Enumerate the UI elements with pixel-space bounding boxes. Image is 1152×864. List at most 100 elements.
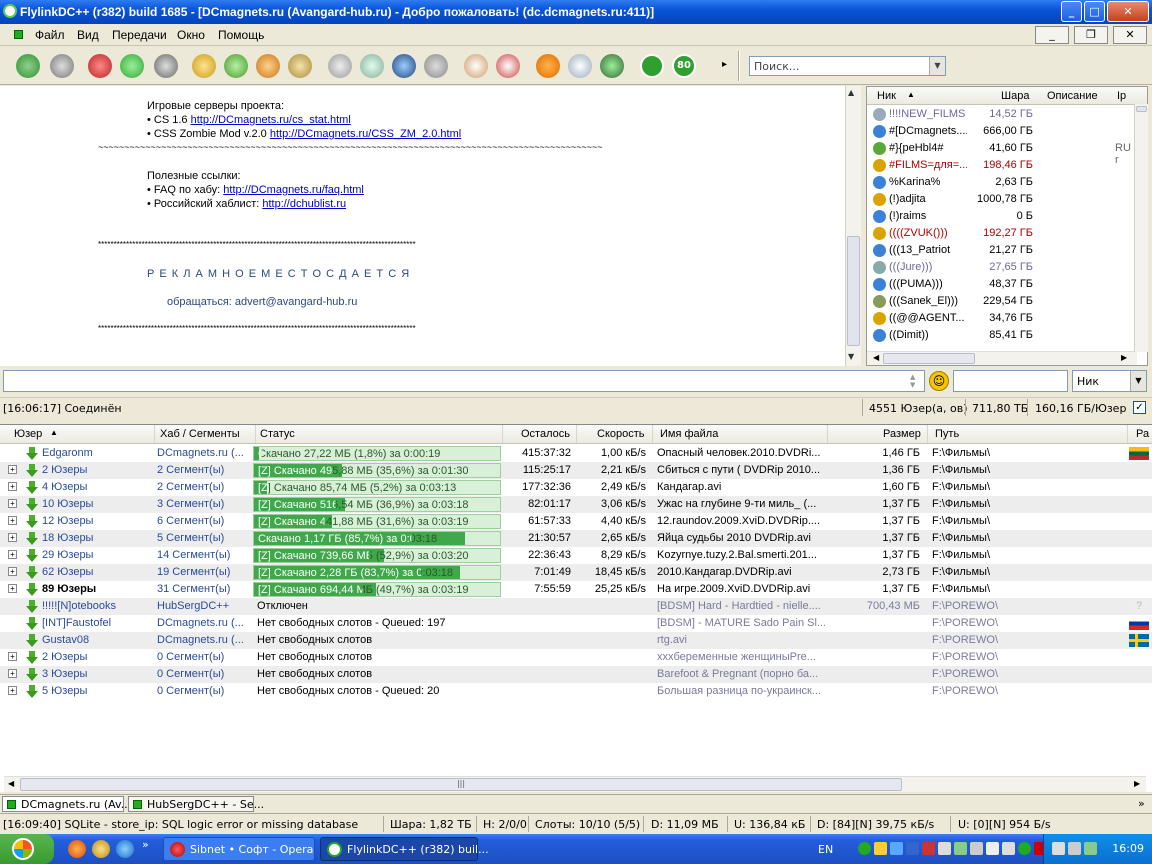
- transfer-row[interactable]: +2 Юзеры 2 Сегмент(ы) [Z] Скачано 495,88 М…: [0, 462, 1152, 479]
- language-indicator[interactable]: EN: [818, 843, 833, 856]
- menu-help[interactable]: Помощь: [218, 28, 264, 42]
- col-filename[interactable]: Имя файла: [660, 428, 718, 440]
- taskbar-opera[interactable]: Sibnet • Софт - Opera: [163, 837, 315, 861]
- transfer-row[interactable]: Edgaronm DCmagnets.ru (... Скачано 27,22 М…: [0, 445, 1152, 462]
- expand-icon[interactable]: +: [8, 567, 17, 576]
- col-user[interactable]: Юзер: [14, 428, 42, 440]
- search-combo[interactable]: Поиск... ▼: [749, 56, 946, 76]
- emoticon-button[interactable]: ☺: [929, 371, 949, 391]
- user-row[interactable]: (!)adjita 1000,78 ГБ: [867, 191, 1137, 208]
- status-checkbox[interactable]: ✓: [1133, 401, 1146, 414]
- col-size[interactable]: Размер: [883, 428, 921, 440]
- input-spinner-icon[interactable]: ▲ ▼: [910, 373, 915, 389]
- scroll-right-icon[interactable]: ▶: [1134, 779, 1140, 788]
- shield-icon[interactable]: [874, 842, 887, 855]
- tray-icon[interactable]: [858, 842, 871, 855]
- public-hubs-icon[interactable]: [50, 54, 74, 78]
- mdi-restore-button[interactable]: ❐: [1074, 26, 1108, 44]
- user-row[interactable]: ((@@AGENT... 34,76 ГБ: [867, 310, 1137, 327]
- tray-icon[interactable]: [1002, 842, 1015, 855]
- col-remaining[interactable]: Осталось: [521, 428, 570, 440]
- user-row[interactable]: ((Dimit)) 85,41 ГБ: [867, 327, 1137, 344]
- scroll-up-icon[interactable]: ▲: [848, 88, 854, 97]
- chevron-down-icon[interactable]: ▼: [929, 57, 945, 75]
- search-icon[interactable]: [328, 54, 352, 78]
- transfers-list[interactable]: Юзер ▲ Хаб / Сегменты Статус Осталось Ск…: [0, 424, 1152, 792]
- scroll-thumb[interactable]: |||: [20, 778, 902, 791]
- transfer-row[interactable]: +5 Юзеры 0 Сегмент(ы) Нет свободных слотов…: [0, 683, 1152, 700]
- user-row[interactable]: (((Jure))) 27,65 ГБ: [867, 259, 1137, 276]
- expand-icon[interactable]: +: [8, 465, 17, 474]
- transfer-row[interactable]: +18 Юзеры 5 Сегмент(ы) Скачано 1,17 ГБ (85…: [0, 530, 1152, 547]
- user-row[interactable]: #}{peHbl4# 41,60 ГБ RU r: [867, 140, 1137, 166]
- toolbar-overflow-icon[interactable]: ▸: [722, 59, 727, 70]
- tab-dcmagnets[interactable]: DCmagnets.ru (Av...: [2, 796, 131, 812]
- scroll-thumb[interactable]: [883, 353, 975, 364]
- transfer-row[interactable]: +3 Юзеры 0 Сегмент(ы) Нет свободных слотов…: [0, 666, 1152, 683]
- tray-icon[interactable]: [906, 842, 919, 855]
- transfers-hscroll[interactable]: ◀ ||| ▶: [4, 776, 1146, 792]
- limiter-badge[interactable]: 80: [672, 54, 696, 78]
- menu-file[interactable]: Файл: [35, 28, 65, 42]
- transfer-row[interactable]: +10 Юзеры 3 Сегмент(ы) [Z] Скачано 516,54 …: [0, 496, 1152, 513]
- user-list-hscroll[interactable]: ◀ ▶: [867, 351, 1137, 365]
- user-row[interactable]: !!!!NEW_FILMS 14,52 ГБ: [867, 106, 1137, 123]
- expand-icon[interactable]: +: [8, 550, 17, 559]
- scroll-thumb[interactable]: [847, 236, 860, 346]
- open-list-icon[interactable]: [496, 54, 520, 78]
- user-row[interactable]: (((PUMA))) 48,37 ГБ: [867, 276, 1137, 293]
- tray-icon[interactable]: [1052, 842, 1065, 855]
- taskbar-flylink[interactable]: FlylinkDC++ (r382) buil...: [320, 837, 489, 861]
- tray-icon[interactable]: [986, 842, 999, 855]
- expand-icon[interactable]: +: [8, 516, 17, 525]
- tray-icon[interactable]: [890, 842, 903, 855]
- menu-view[interactable]: Вид: [77, 28, 99, 42]
- tray-icon[interactable]: [1068, 842, 1081, 855]
- user-row[interactable]: %Karina% 2,63 ГБ: [867, 174, 1137, 191]
- tray-icon[interactable]: [970, 842, 983, 855]
- transfer-row[interactable]: !!!!![N]otebooks HubSergDC++ Отключен [BDSM…: [0, 598, 1152, 615]
- expand-icon[interactable]: +: [8, 533, 17, 542]
- away-icon[interactable]: [600, 54, 624, 78]
- search-spy-icon[interactable]: [392, 54, 416, 78]
- user-row[interactable]: #[DCmagnets.... 666,00 ГБ: [867, 123, 1137, 140]
- user-list[interactable]: Ник ▲ Шара Описание Ip !!!!NEW_FILMS 14,5…: [866, 86, 1148, 366]
- tray-icon[interactable]: [1018, 842, 1031, 855]
- scroll-left-icon[interactable]: ◀: [873, 353, 879, 362]
- col-status[interactable]: Статус: [260, 428, 295, 440]
- recent-hubs-icon[interactable]: [154, 54, 178, 78]
- col-desc[interactable]: Описание: [1047, 90, 1098, 102]
- quicklaunch-more-icon[interactable]: »: [142, 838, 149, 851]
- transfer-row[interactable]: +62 Юзеры 19 Сегмент(ы) [Z] Скачано 2,28 Г…: [0, 564, 1152, 581]
- menu-transfers[interactable]: Передачи: [112, 28, 167, 42]
- ie-icon[interactable]: [116, 840, 134, 858]
- settings-icon[interactable]: [464, 54, 488, 78]
- reconnect-icon[interactable]: [16, 54, 40, 78]
- queue-icon[interactable]: [192, 54, 216, 78]
- network-stats-icon[interactable]: [536, 54, 560, 78]
- chevron-down-icon[interactable]: ▼: [1130, 371, 1146, 391]
- user-filter-input[interactable]: [953, 370, 1068, 392]
- chat-link[interactable]: http://dchublist.ru: [262, 198, 346, 210]
- user-row[interactable]: (((Sanek_El))) 229,54 ГБ: [867, 293, 1137, 310]
- chat-scrollbar[interactable]: ▲ ▼: [845, 86, 861, 366]
- expand-icon[interactable]: +: [8, 584, 17, 593]
- tray-icon[interactable]: [1084, 842, 1097, 855]
- transfer-row[interactable]: +4 Юзеры 2 Сегмент(ы) [Z] Скачано 85,74 МБ…: [0, 479, 1152, 496]
- tray-icon[interactable]: [922, 842, 935, 855]
- expand-icon[interactable]: +: [8, 482, 17, 491]
- close-button[interactable]: ✕: [1107, 1, 1149, 22]
- col-nick[interactable]: Ник: [877, 90, 896, 102]
- expand-icon[interactable]: +: [8, 652, 17, 661]
- firefox-icon[interactable]: [68, 840, 86, 858]
- hub-chat[interactable]: Игровые серверы проекта: • CS 1.6 http:/…: [0, 86, 845, 366]
- expand-icon[interactable]: +: [8, 669, 17, 678]
- filter-column-select[interactable]: Ник ▼: [1072, 370, 1147, 392]
- user-row[interactable]: (((13_Patriot 21,27 ГБ: [867, 242, 1137, 259]
- power-icon[interactable]: [640, 54, 664, 78]
- scroll-thumb[interactable]: [1136, 106, 1147, 112]
- col-speed[interactable]: Скорость: [597, 428, 645, 440]
- file-hashing-icon[interactable]: [568, 54, 592, 78]
- favorite-users-icon[interactable]: [120, 54, 144, 78]
- mdi-close-button[interactable]: ✕: [1113, 26, 1147, 44]
